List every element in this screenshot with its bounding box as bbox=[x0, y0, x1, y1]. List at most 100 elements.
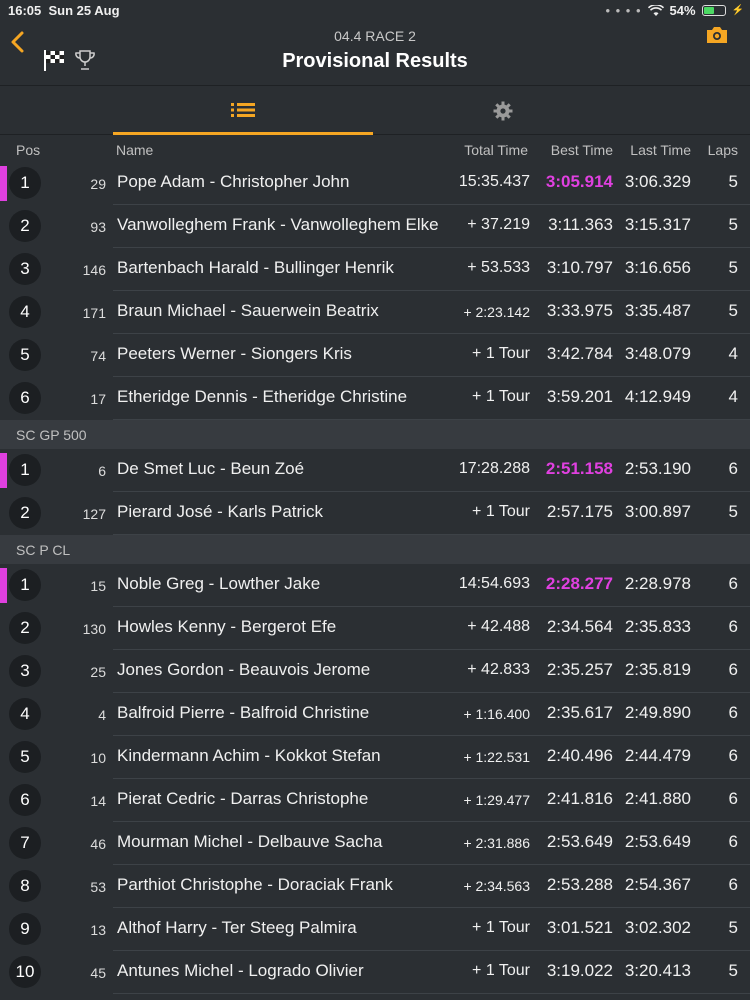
laps-count: 5 bbox=[728, 258, 738, 277]
total-time: + 53.533 bbox=[467, 259, 530, 276]
table-row[interactable]: 6 17 Etheridge Dennis - Etheridge Christin… bbox=[0, 377, 750, 420]
laps-count: 6 bbox=[728, 660, 738, 679]
last-time: 3:48.079 bbox=[624, 344, 691, 363]
total-time: + 1 Tour bbox=[472, 388, 530, 405]
laps-count: 5 bbox=[728, 918, 738, 937]
last-time: 2:54.367 bbox=[624, 875, 691, 894]
col-name[interactable]: Name bbox=[116, 142, 153, 158]
laps-count: 5 bbox=[728, 172, 738, 191]
total-time: + 42.833 bbox=[467, 661, 530, 678]
best-time: 3:01.521 bbox=[546, 918, 613, 937]
total-time: + 1:16.400 bbox=[463, 706, 530, 722]
position-badge: 2 bbox=[9, 612, 41, 644]
section-title: SC P CL bbox=[16, 542, 71, 558]
race-number: 25 bbox=[90, 664, 106, 680]
position-badge: 7 bbox=[9, 827, 41, 859]
table-row[interactable]: 1 15 Noble Greg - Lowther Jake 14:54.693 2:2… bbox=[0, 564, 750, 607]
col-laps[interactable]: Laps bbox=[700, 142, 738, 158]
driver-names: Antunes Michel - Logrado Olivier bbox=[117, 961, 364, 980]
laps-count: 4 bbox=[728, 387, 738, 406]
section-header: SC P CL bbox=[0, 535, 750, 564]
driver-names: De Smet Luc - Beun Zoé bbox=[117, 459, 305, 478]
signal-dots-icon: • • • • bbox=[605, 3, 642, 18]
col-pos[interactable]: Pos bbox=[16, 142, 40, 158]
total-time: + 2:34.563 bbox=[463, 878, 530, 894]
total-time: 15:35.437 bbox=[458, 173, 530, 190]
total-time: + 42.488 bbox=[467, 618, 530, 635]
fastest-lap-marker bbox=[0, 166, 7, 201]
table-row[interactable]: 3 25 Jones Gordon - Beauvois Jerome + 42.83… bbox=[0, 650, 750, 693]
table-row[interactable]: 5 10 Kindermann Achim - Kokkot Stefan + 1:2… bbox=[0, 736, 750, 779]
section-title: SC GP 500 bbox=[16, 427, 87, 443]
table-row[interactable]: 6 14 Pierat Cedric - Darras Christophe + 1:… bbox=[0, 779, 750, 822]
last-time: 2:35.833 bbox=[624, 617, 691, 636]
col-best-time[interactable]: Best Time bbox=[537, 142, 613, 158]
camera-icon[interactable] bbox=[706, 26, 728, 44]
driver-names: Jones Gordon - Beauvois Jerome bbox=[117, 660, 371, 679]
total-time: + 2:31.886 bbox=[463, 835, 530, 851]
laps-count: 5 bbox=[728, 215, 738, 234]
best-time: 2:35.257 bbox=[546, 660, 613, 679]
tab-results-list[interactable] bbox=[113, 87, 373, 135]
laps-count: 6 bbox=[728, 832, 738, 851]
best-time: 3:19.022 bbox=[546, 961, 613, 980]
table-row[interactable]: 9 13 Althof Harry - Ter Steeg Palmira + 1 T… bbox=[0, 908, 750, 951]
table-row[interactable]: 10 45 Antunes Michel - Logrado Olivier + 1 … bbox=[0, 951, 750, 994]
table-row[interactable]: 1 6 De Smet Luc - Beun Zoé 17:28.288 2:51.15… bbox=[0, 449, 750, 492]
total-time: + 1 Tour bbox=[472, 345, 530, 362]
best-time: 3:10.797 bbox=[546, 258, 613, 277]
position-badge: 1 bbox=[9, 454, 41, 486]
race-number: 14 bbox=[90, 793, 106, 809]
race-subtitle: 04.4 RACE 2 bbox=[334, 28, 416, 44]
driver-names: Peeters Werner - Siongers Kris bbox=[117, 344, 352, 363]
wifi-icon bbox=[647, 4, 664, 16]
table-row[interactable]: 2 127 Pierard José - Karls Patrick + 1 Tour… bbox=[0, 492, 750, 535]
position-badge: 2 bbox=[9, 497, 41, 529]
last-time: 3:02.302 bbox=[624, 918, 691, 937]
race-number: 6 bbox=[98, 463, 106, 479]
table-row[interactable]: 4 171 Braun Michael - Sauerwein Beatrix + 2… bbox=[0, 291, 750, 334]
table-row[interactable]: 4 4 Balfroid Pierre - Balfroid Christine + … bbox=[0, 693, 750, 736]
race-number: 13 bbox=[90, 922, 106, 938]
race-number: 74 bbox=[90, 348, 106, 364]
best-time: 2:41.816 bbox=[546, 789, 613, 808]
race-number: 53 bbox=[90, 879, 106, 895]
table-row[interactable]: 1 29 Pope Adam - Christopher John 15:35.437… bbox=[0, 162, 750, 205]
position-badge: 9 bbox=[9, 913, 41, 945]
table-row[interactable]: 3 146 Bartenbach Harald - Bullinger Henrik… bbox=[0, 248, 750, 291]
best-time: 3:42.784 bbox=[546, 344, 613, 363]
last-time: 2:49.890 bbox=[624, 703, 691, 722]
laps-count: 4 bbox=[728, 344, 738, 363]
driver-names: Parthiot Christophe - Doraciak Frank bbox=[117, 875, 393, 894]
last-time: 3:06.329 bbox=[624, 172, 691, 191]
best-time: 2:51.158 bbox=[545, 459, 613, 478]
driver-names: Pierard José - Karls Patrick bbox=[117, 502, 323, 521]
driver-names: Mourman Michel - Delbauve Sacha bbox=[117, 832, 383, 851]
race-number: 127 bbox=[82, 506, 106, 522]
best-time: 2:40.496 bbox=[546, 746, 613, 765]
table-row[interactable]: 2 93 Vanwolleghem Frank - Vanwolleghem Elk… bbox=[0, 205, 750, 248]
status-date: Sun 25 Aug bbox=[48, 3, 120, 18]
tab-settings[interactable] bbox=[373, 87, 633, 135]
total-time: + 1 Tour bbox=[472, 503, 530, 520]
laps-count: 5 bbox=[728, 961, 738, 980]
col-total-time[interactable]: Total Time bbox=[440, 142, 528, 158]
laps-count: 6 bbox=[728, 459, 738, 478]
laps-count: 6 bbox=[728, 617, 738, 636]
last-time: 3:35.487 bbox=[624, 301, 691, 320]
last-time: 4:12.949 bbox=[624, 387, 691, 406]
last-time: 2:53.190 bbox=[624, 459, 691, 478]
driver-names: Etheridge Dennis - Etheridge Christine bbox=[117, 387, 408, 406]
race-number: 29 bbox=[90, 176, 106, 192]
last-time: 3:00.897 bbox=[624, 502, 691, 521]
battery-icon bbox=[701, 5, 726, 16]
table-row[interactable]: 7 46 Mourman Michel - Delbauve Sacha + 2:31… bbox=[0, 822, 750, 865]
table-row[interactable]: 2 130 Howles Kenny - Bergerot Efe + 42.488 2… bbox=[0, 607, 750, 650]
laps-count: 5 bbox=[728, 301, 738, 320]
section-header: SC GP 500 bbox=[0, 420, 750, 449]
table-row[interactable]: 5 74 Peeters Werner - Siongers Kris + 1 Tou… bbox=[0, 334, 750, 377]
table-row[interactable]: 8 53 Parthiot Christophe - Doraciak Frank +… bbox=[0, 865, 750, 908]
driver-names: Howles Kenny - Bergerot Efe bbox=[117, 617, 337, 636]
driver-names: Kindermann Achim - Kokkot Stefan bbox=[117, 746, 381, 765]
col-last-time[interactable]: Last Time bbox=[617, 142, 691, 158]
